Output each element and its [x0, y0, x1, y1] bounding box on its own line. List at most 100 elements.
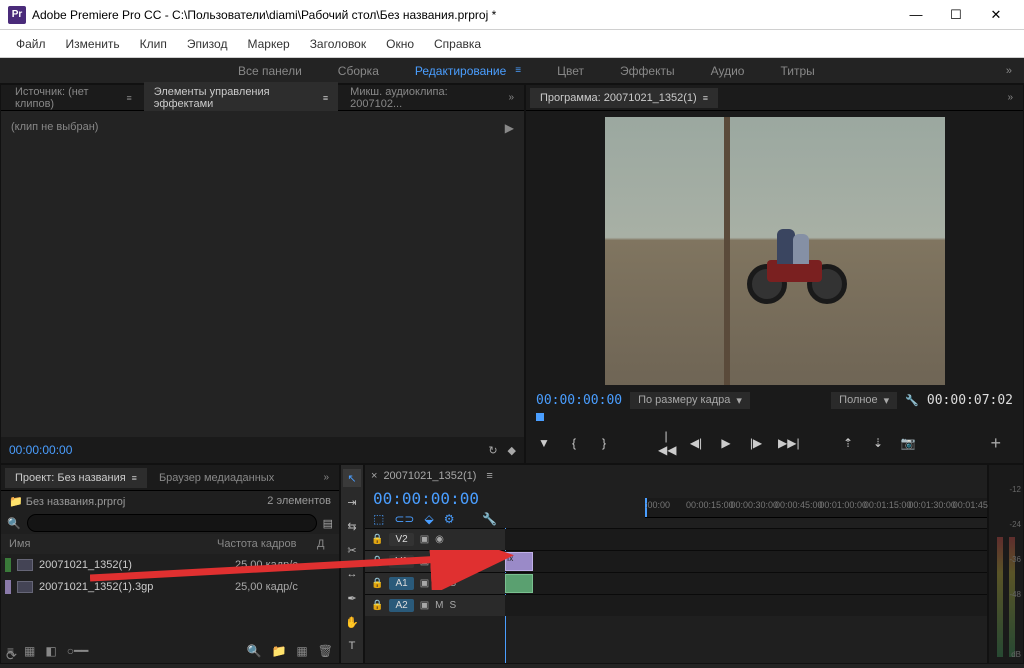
menu-window[interactable]: Окно: [376, 33, 424, 55]
extract-button[interactable]: ⇣: [870, 436, 886, 450]
linked-selection-icon[interactable]: ⊂⊃: [394, 512, 414, 526]
project-overflow-icon[interactable]: »: [317, 472, 335, 483]
mark-out-button[interactable]: }: [596, 436, 612, 450]
col-fps[interactable]: Частота кадров: [217, 538, 317, 550]
icon-view-icon[interactable]: ▦: [24, 644, 35, 658]
track-select-tool[interactable]: ⇥: [343, 493, 361, 511]
eye-icon[interactable]: ◉: [435, 556, 444, 567]
go-to-out-button[interactable]: ▶▶|: [778, 436, 794, 450]
menu-sequence[interactable]: Эпизод: [177, 33, 238, 55]
new-bin-button[interactable]: 📁: [271, 644, 286, 658]
export-frame-button[interactable]: 📷: [900, 436, 916, 450]
hand-tool[interactable]: ✋: [343, 613, 361, 631]
step-forward-button[interactable]: |▶: [748, 436, 764, 450]
menu-title[interactable]: Заголовок: [300, 33, 376, 55]
new-item-button[interactable]: ▦: [296, 644, 307, 658]
delete-button[interactable]: 🗑: [318, 644, 333, 658]
track-label[interactable]: V1: [389, 555, 413, 568]
track-body[interactable]: [505, 595, 987, 616]
tab-source[interactable]: Источник: (нет клипов)≡: [5, 82, 142, 114]
tab-project[interactable]: Проект: Без названия≡: [5, 468, 147, 488]
tab-audio-mixer[interactable]: Микш. аудиоклипа: 2007102...: [340, 82, 500, 114]
menu-help[interactable]: Справка: [424, 33, 491, 55]
step-back-button[interactable]: ◀|: [688, 436, 704, 450]
settings-icon[interactable]: 🔧: [905, 394, 919, 407]
disclosure-arrow-icon[interactable]: ▶: [505, 121, 514, 135]
workspace-titles[interactable]: Титры: [762, 58, 832, 84]
quality-dropdown[interactable]: Полное▾: [831, 392, 897, 409]
eye-icon[interactable]: ◉: [435, 534, 444, 545]
timeline-sequence-name[interactable]: 20071021_1352(1): [383, 470, 476, 482]
source-overflow-icon[interactable]: »: [502, 92, 520, 103]
freeform-view-icon[interactable]: ◧: [45, 644, 56, 658]
program-timecode-in[interactable]: 00:00:00:00: [536, 393, 622, 408]
mute-button[interactable]: ▣: [420, 578, 429, 589]
solo-label[interactable]: S: [449, 600, 456, 611]
timeline-close-icon[interactable]: ×: [371, 470, 377, 482]
track-label[interactable]: V2: [389, 533, 413, 546]
lock-icon[interactable]: 🔒: [371, 556, 383, 567]
workspace-audio[interactable]: Аудио: [693, 58, 763, 84]
workspace-effects[interactable]: Эффекты: [602, 58, 693, 84]
mute-icon[interactable]: ▣: [420, 556, 429, 567]
source-loop-icon[interactable]: ↻: [488, 444, 497, 457]
workspace-color[interactable]: Цвет: [539, 58, 602, 84]
razor-tool[interactable]: ✂: [343, 541, 361, 559]
track-label[interactable]: A2: [389, 599, 413, 612]
col-name[interactable]: Имя: [9, 538, 217, 550]
add-marker-button[interactable]: ▼: [536, 436, 552, 450]
program-overflow-icon[interactable]: »: [1001, 92, 1019, 103]
tab-program[interactable]: Программа: 20071021_1352(1)≡: [530, 88, 718, 108]
selection-tool[interactable]: ↖: [343, 469, 361, 487]
pen-tool[interactable]: ✒: [343, 589, 361, 607]
search-input[interactable]: [27, 514, 317, 532]
program-scrubber[interactable]: [536, 413, 1013, 427]
timeline-ruler[interactable]: :00:00 00:00:15:00 00:00:30:00 00:00:45:…: [645, 498, 987, 518]
program-timecode-out[interactable]: 00:00:07:02: [927, 393, 1013, 408]
menu-edit[interactable]: Изменить: [56, 33, 130, 55]
sync-settings-icon[interactable]: ⟳: [6, 648, 17, 664]
snap-icon[interactable]: ⬚: [373, 512, 384, 526]
video-clip[interactable]: fx: [505, 552, 533, 571]
lift-button[interactable]: ⇡: [840, 436, 856, 450]
workspace-editing[interactable]: Редактирование: [397, 58, 539, 84]
lock-icon[interactable]: 🔒: [371, 578, 383, 589]
zoom-fit-dropdown[interactable]: По размеру кадра▾: [630, 392, 750, 409]
track-label[interactable]: A1: [389, 577, 413, 590]
project-row[interactable]: 20071021_1352(1) 25,00 кадр/с: [1, 554, 339, 576]
settings-icon[interactable]: ⚙: [444, 512, 455, 526]
maximize-button[interactable]: ☐: [936, 1, 976, 29]
marker-icon[interactable]: ⬙: [424, 512, 433, 526]
find-icon[interactable]: 🔍: [247, 644, 262, 658]
ripple-edit-tool[interactable]: ⇆: [343, 517, 361, 535]
audio-clip[interactable]: [505, 574, 533, 593]
minimize-button[interactable]: —: [896, 1, 936, 29]
mute-button[interactable]: ▣: [420, 600, 429, 611]
go-to-in-button[interactable]: |◀◀: [658, 429, 674, 457]
source-timecode[interactable]: 00:00:00:00: [9, 443, 72, 457]
lock-icon[interactable]: 🔒: [371, 600, 383, 611]
close-button[interactable]: ✕: [976, 1, 1016, 29]
menu-file[interactable]: Файл: [6, 33, 56, 55]
workspace-assembly[interactable]: Сборка: [320, 58, 397, 84]
new-bin-icon[interactable]: ▤: [323, 517, 333, 530]
timeline-timecode[interactable]: 00:00:00:00: [365, 487, 505, 510]
workspace-overflow-icon[interactable]: »: [994, 65, 1024, 77]
solo-label[interactable]: S: [449, 578, 456, 589]
search-icon[interactable]: 🔍: [7, 517, 21, 530]
project-row[interactable]: 20071021_1352(1).3gp 25,00 кадр/с: [1, 576, 339, 598]
lock-icon[interactable]: 🔒: [371, 534, 383, 545]
button-editor-icon[interactable]: +: [978, 433, 1013, 454]
track-body[interactable]: fx: [505, 551, 987, 572]
mute-icon[interactable]: ▣: [420, 534, 429, 545]
program-monitor[interactable]: [605, 117, 945, 385]
workspace-all[interactable]: Все панели: [220, 58, 320, 84]
mute-label[interactable]: M: [435, 600, 443, 611]
track-body[interactable]: [505, 529, 987, 550]
mark-in-button[interactable]: {: [566, 436, 582, 450]
tab-effect-controls[interactable]: Элементы управления эффектами≡: [144, 82, 338, 114]
slip-tool[interactable]: ↔: [343, 565, 361, 583]
playhead-icon[interactable]: [536, 413, 544, 421]
tab-media-browser[interactable]: Браузер медиаданных: [149, 468, 284, 488]
zoom-slider[interactable]: ○━━: [67, 644, 89, 658]
